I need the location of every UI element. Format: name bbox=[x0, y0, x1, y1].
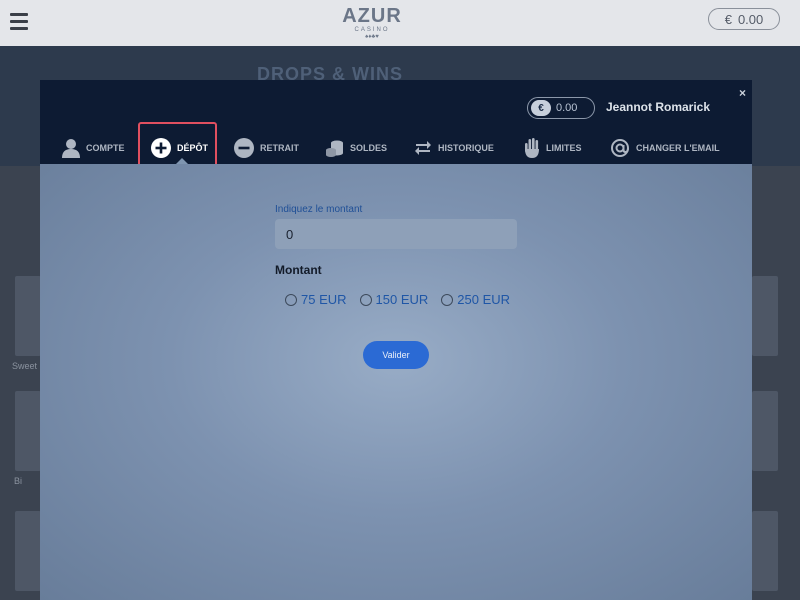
wallet-balance[interactable]: € 0.00 bbox=[527, 97, 595, 119]
at-sign-icon bbox=[611, 139, 629, 157]
close-icon[interactable]: × bbox=[739, 86, 746, 100]
account-modal: × € 0.00 Jeannot Romarick COMPTE DÉPÔT R… bbox=[40, 80, 752, 600]
radio-button[interactable] bbox=[441, 293, 454, 306]
amount-option-150[interactable]: 150 EUR bbox=[359, 292, 428, 307]
game-thumbnail-label: Bi bbox=[14, 476, 23, 486]
hamburger-menu-icon[interactable] bbox=[10, 13, 28, 30]
amount-option-75[interactable]: 75 EUR bbox=[285, 292, 347, 307]
submit-button[interactable]: Valider bbox=[363, 341, 429, 369]
radio-button[interactable] bbox=[285, 293, 297, 306]
game-thumbnail bbox=[15, 391, 41, 471]
game-thumbnail-label: Sweet bbox=[12, 361, 38, 371]
tab-soldes[interactable]: SOLDES bbox=[326, 132, 387, 164]
radio-button[interactable] bbox=[359, 293, 372, 306]
game-thumbnail bbox=[15, 276, 41, 356]
username: Jeannot Romarick bbox=[606, 100, 711, 114]
game-thumbnail bbox=[752, 511, 778, 591]
amount-input[interactable] bbox=[275, 219, 517, 249]
amount-options: 75 EUR 150 EUR 250 EUR bbox=[275, 292, 525, 307]
user-icon bbox=[62, 139, 80, 158]
tab-historique[interactable]: HISTORIQUE bbox=[414, 132, 494, 164]
montant-title: Montant bbox=[275, 263, 322, 277]
wallet-amount: 0.00 bbox=[556, 102, 578, 114]
game-thumbnail bbox=[15, 511, 41, 591]
coins-icon bbox=[326, 140, 343, 157]
deposit-panel: Indiquez le montant Montant 75 EUR 150 E… bbox=[40, 164, 752, 600]
site-header: AZUR CASINO ♠♦♣♥ € 0.00 bbox=[0, 0, 800, 46]
amount-label: Indiquez le montant bbox=[275, 204, 363, 215]
game-thumbnail bbox=[752, 276, 778, 356]
minus-circle-icon bbox=[234, 138, 254, 158]
swap-arrows-icon bbox=[415, 141, 431, 155]
header-balance[interactable]: € 0.00 bbox=[708, 8, 780, 30]
amount-option-250[interactable]: 250 EUR bbox=[441, 292, 510, 307]
deposit-form: Indiquez le montant Montant 75 EUR 150 E… bbox=[275, 204, 525, 307]
tab-changer-email[interactable]: CHANGER L'EMAIL bbox=[610, 132, 720, 164]
hand-icon bbox=[525, 138, 539, 158]
euro-icon: € bbox=[531, 100, 551, 116]
tab-compte[interactable]: COMPTE bbox=[62, 132, 125, 164]
site-logo[interactable]: AZUR CASINO ♠♦♣♥ bbox=[340, 6, 404, 41]
tab-limites[interactable]: LIMITES bbox=[524, 132, 582, 164]
game-thumbnail bbox=[752, 391, 778, 471]
tab-retrait[interactable]: RETRAIT bbox=[234, 132, 299, 164]
